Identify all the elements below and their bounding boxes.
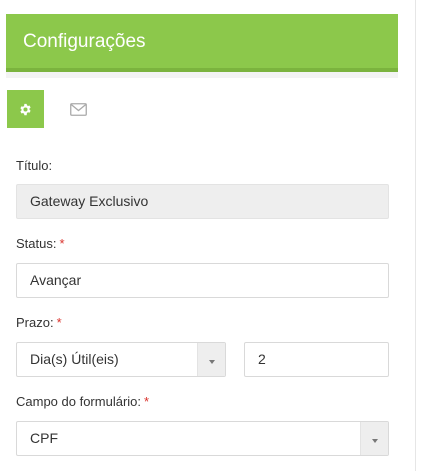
gear-icon bbox=[20, 103, 31, 115]
prazo-amount-value: 2 bbox=[258, 351, 266, 367]
campo-select[interactable]: CPF bbox=[16, 421, 389, 456]
titulo-value: Gateway Exclusivo bbox=[30, 193, 149, 209]
titulo-field: Gateway Exclusivo bbox=[16, 184, 389, 219]
panel-header: Configurações bbox=[6, 14, 398, 72]
status-field[interactable]: Avançar bbox=[16, 263, 389, 298]
prazo-amount-field[interactable]: 2 bbox=[244, 342, 389, 377]
prazo-unit-dropdown-arrow[interactable] bbox=[197, 343, 225, 376]
status-value: Avançar bbox=[30, 272, 82, 288]
campo-label: Campo do formulário: * bbox=[16, 394, 149, 410]
titulo-label: Título: bbox=[16, 158, 52, 174]
prazo-unit-value: Dia(s) Útil(eis) bbox=[30, 351, 119, 367]
chevron-down-icon bbox=[371, 438, 378, 443]
prazo-required-mark: * bbox=[56, 315, 62, 330]
status-label-text: Status: bbox=[16, 236, 57, 251]
panel-divider bbox=[415, 0, 416, 471]
tab-settings[interactable] bbox=[7, 90, 44, 128]
envelope-icon bbox=[70, 102, 87, 116]
chevron-down-icon bbox=[208, 359, 215, 364]
tab-email[interactable] bbox=[60, 90, 97, 128]
status-label: Status: * bbox=[16, 236, 65, 252]
campo-value: CPF bbox=[30, 430, 58, 446]
campo-label-text: Campo do formulário: bbox=[16, 394, 141, 409]
prazo-unit-select[interactable]: Dia(s) Útil(eis) bbox=[16, 342, 226, 377]
configuration-panel: Configurações Título: Gateway Exclusivo … bbox=[0, 0, 430, 471]
campo-required-mark: * bbox=[144, 394, 150, 409]
campo-dropdown-arrow[interactable] bbox=[360, 422, 388, 455]
prazo-label: Prazo: * bbox=[16, 315, 62, 331]
panel-title: Configurações bbox=[23, 31, 146, 52]
prazo-label-text: Prazo: bbox=[16, 315, 54, 330]
header-shadow bbox=[6, 72, 398, 78]
status-required-mark: * bbox=[59, 236, 65, 251]
titulo-label-text: Título: bbox=[16, 158, 53, 173]
